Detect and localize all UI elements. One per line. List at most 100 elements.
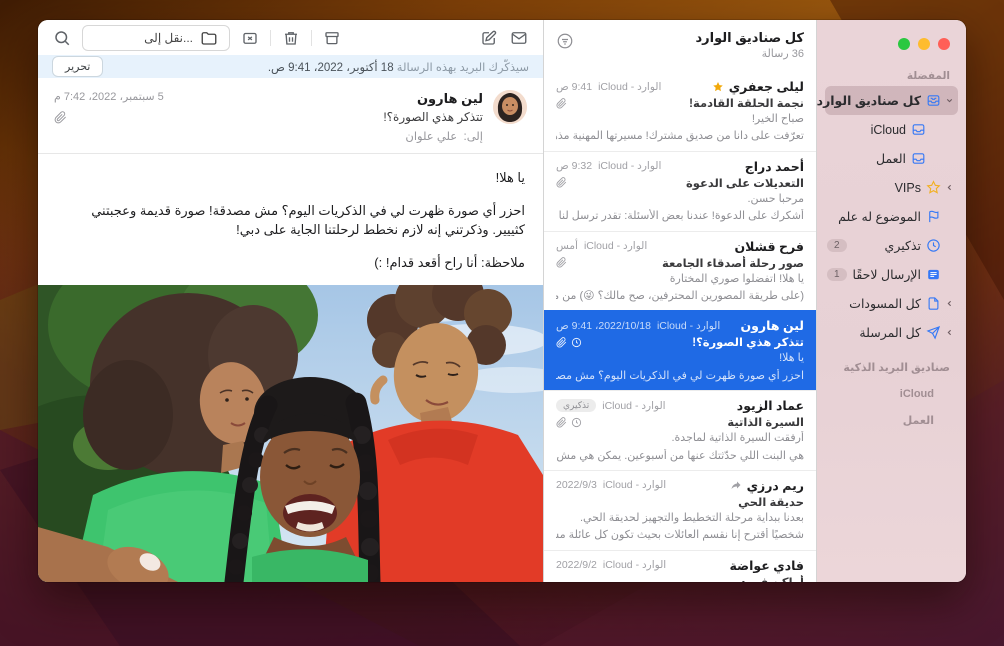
list-item[interactable]: فرح قشلان الوارد - iCloud أمس صور رحلة أ… [544,231,816,311]
sidebar-item-label: iCloud [871,123,906,137]
mailbox-meta: الوارد - iCloud [598,81,661,93]
chevron-left-icon[interactable] [943,183,956,192]
minimize-button[interactable] [918,38,930,50]
paperclip-icon [556,337,567,348]
mailbox-meta: الوارد - iCloud [598,160,661,172]
sidebar-item-label: VIPs [895,181,921,195]
sidebar-item-label: كل المرسلة [859,325,921,340]
sidebar-item-work-inbox[interactable]: العمل [825,144,958,173]
mailbox-title: كل صناديق الوارد [574,30,804,46]
account-icloud-label[interactable]: iCloud [825,374,958,400]
preview-line: بعدنا ببداية مرحلة التخطيط والتجهيز لحدي… [556,511,804,526]
remind-banner-date: 18 أكتوبر، 2022، 9:41 ص. [268,62,394,74]
preview-line: مرحبا حسن. [556,192,804,207]
reminder-clock-icon [571,337,582,348]
window-controls [825,20,958,64]
remind-banner-text: سيذكّرك البريد بهذه الرسالة 18 أكتوبر، 2… [268,60,529,74]
sidebar-item-vips[interactable]: VIPs [825,173,958,202]
sidebar-item-flagged[interactable]: الموضوع له علم [825,202,958,231]
body-paragraph: احزر أي صورة ظهرت لي في الذكريات اليوم؟ … [56,201,525,240]
document-icon [923,296,943,311]
sidebar-item-label: العمل [876,151,906,166]
vip-star-icon [712,81,724,93]
list-item[interactable]: ريم درزي الوارد - iCloud 2022/9/3 حديقة … [544,470,816,550]
message-subject: صور رحلة أصدقاء الجامعة [662,256,804,270]
archive-icon[interactable] [322,28,342,48]
message-subject: تتذكر هذي الصورة؟! [692,335,804,349]
message-toolbar: نقل إلى... [38,20,543,55]
mailbox-meta: الوارد - iCloud [584,240,647,252]
chevron-left-icon[interactable] [943,299,956,308]
inbox-tray-icon [908,122,928,137]
message-subject: أماكن في دبي [724,575,804,582]
account-work-label[interactable]: العمل [825,400,958,427]
sidebar-item-all-sent[interactable]: كل المرسلة [825,318,958,347]
sidebar-item-label: كل صناديق الوارد [817,93,921,108]
close-button[interactable] [938,38,950,50]
message-photo-attachment [38,285,543,582]
sidebar-item-label: الموضوع له علم [838,209,921,224]
message-recipient: علي علوان [405,131,457,143]
message-header: لين هارون تتذكر هذي الصورة؟! إلى: علي عل… [38,78,543,154]
folder-icon [199,28,219,48]
list-item-selected[interactable]: لين هارون الوارد - iCloud 2022/10/18، 9:… [544,310,816,390]
chevron-left-icon[interactable] [943,328,956,337]
favorites-section-label: المفضلة [825,64,958,86]
paperclip-icon [556,98,567,109]
unread-count-badge: 1 [827,268,847,281]
filter-icon[interactable] [556,32,574,50]
preview-line: يا هلا! اتفضلوا صوري المختارة [556,272,804,287]
message-sender: لين هارون [174,91,483,107]
toolbar-separator [311,30,312,46]
message-time: 9:41 ص [556,81,592,93]
body-paragraph: يا هلا! [56,168,525,188]
message-subject: تتذكر هذي الصورة؟! [174,110,483,124]
reading-pane: نقل إلى... [38,20,543,582]
preview-line: شخصيًا أقترح إنا نقسم العائلات بحيث تكون… [556,528,804,543]
message-header-side: 5 سبتمبر، 2022، 7:42 م [54,90,164,143]
flag-icon [923,209,943,224]
move-to-button[interactable]: نقل إلى... [82,25,230,51]
junk-icon[interactable] [240,28,260,48]
message-list-pane: كل صناديق الوارد 36 رسالة ليلى جعفري [543,20,817,582]
send-later-icon [923,267,943,282]
preview-line: أشكرك على الدعوة! عندنا بعض الأسئلة: تقد… [556,209,804,224]
sidebar-item-remind-me[interactable]: تذكيري 2 [825,231,958,260]
sidebar-item-icloud-inbox[interactable]: iCloud [825,115,958,144]
message-subject: نجمة الحلقة القادمة! [689,96,804,110]
remind-banner: سيذكّرك البريد بهذه الرسالة 18 أكتوبر، 2… [38,55,543,78]
list-item[interactable]: عماد الزيود الوارد - iCloud تذكيري السير… [544,390,816,470]
message-header-main: لين هارون تتذكر هذي الصورة؟! إلى: علي عل… [174,90,483,143]
message-to-line: إلى: علي علوان [174,129,483,143]
compose-icon[interactable] [479,28,499,48]
trash-icon[interactable] [281,28,301,48]
smart-mailboxes-label: صناديق البريد الذكية [825,347,958,374]
message-subject: التعديلات على الدعوة [686,176,804,190]
paper-plane-icon [923,325,943,340]
sidebar-item-all-inboxes[interactable]: كل صناديق الوارد [825,86,958,115]
edit-reminder-button[interactable]: تحرير [52,56,103,77]
sender-name: فادي عواضة [729,558,804,573]
sender-name: لين هارون [740,318,804,333]
list-item[interactable]: فادي عواضة الوارد - iCloud 2022/9/2 أماك… [544,550,816,582]
get-mail-icon[interactable] [509,28,529,48]
list-item[interactable]: أحمد دراج الوارد - iCloud 9:32 ص التعديل… [544,151,816,231]
sidebar-item-send-later[interactable]: الإرسال لاحقًا 1 [825,260,958,289]
preview-line: صباح الخير! [556,112,804,127]
sidebar-item-all-drafts[interactable]: كل المسودات [825,289,958,318]
attachment-paperclip-icon [54,111,164,124]
mail-window: نقل إلى... [38,20,966,582]
sidebar-item-label: تذكيري [885,238,921,253]
mailbox-meta: الوارد - iCloud [657,320,720,332]
message-subject: حديقة الحي [738,495,804,509]
desktop-wallpaper: نقل إلى... [0,0,1004,646]
message-time: 2022/9/3 [556,479,597,491]
move-to-label: نقل إلى... [144,31,193,45]
chevron-down-icon[interactable] [943,96,956,105]
list-item[interactable]: ليلى جعفري الوارد - iCloud 9:41 ص نجمة ا… [544,72,816,151]
message-count: 36 رسالة [574,47,804,60]
paperclip-icon [556,417,567,428]
search-icon[interactable] [52,28,72,48]
unread-count-badge: 2 [827,239,847,252]
zoom-button[interactable] [898,38,910,50]
